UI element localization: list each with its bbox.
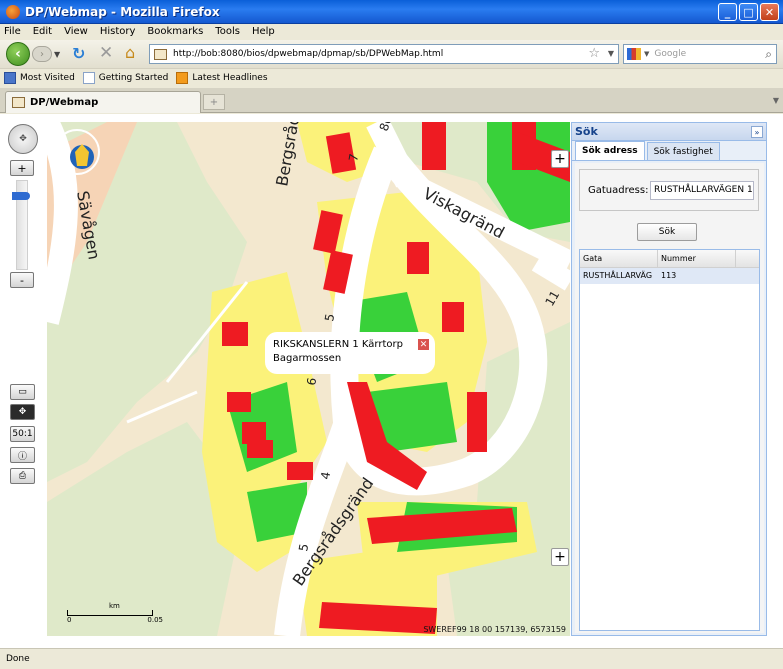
google-icon[interactable] xyxy=(627,48,641,60)
column-header-number[interactable]: Nummer xyxy=(658,250,736,267)
navigation-toolbar: ‹ › ▼ ↻ ✕ ⌂ http://bob:8080/bios/dpwebma… xyxy=(0,40,783,68)
minimize-button[interactable]: _ xyxy=(718,3,737,21)
window-controls: _ □ ✕ xyxy=(718,3,779,21)
results-grid-header: Gata Nummer xyxy=(580,250,759,268)
scale-bar: km 0 0.05 xyxy=(67,602,163,624)
popup-line-1: RIKSKANSLERN 1 Kärrtorp xyxy=(273,339,403,350)
tab-favicon-icon xyxy=(12,97,25,108)
home-icon[interactable]: ⌂ xyxy=(125,43,135,62)
measure-label: 50:1 xyxy=(12,429,33,439)
page-icon xyxy=(82,72,95,84)
status-bar: Done xyxy=(0,648,783,669)
cell-street: RUSTHÅLLARVÄG xyxy=(583,271,653,280)
bookmark-latest-headlines[interactable]: Latest Headlines xyxy=(176,72,268,84)
status-text: Done xyxy=(6,654,30,664)
bookmark-getting-started[interactable]: Getting Started xyxy=(82,72,169,84)
info-tool[interactable]: ⓘ xyxy=(10,447,35,463)
menu-file[interactable]: File xyxy=(4,26,21,37)
map-expand-button[interactable]: + xyxy=(551,150,569,168)
new-tab-button[interactable]: + xyxy=(203,94,225,110)
cell-number: 113 xyxy=(661,271,677,280)
url-dropdown-icon[interactable]: ▼ xyxy=(608,49,614,58)
measure-tool[interactable]: 50:1 xyxy=(10,426,35,442)
tab-list-icon[interactable]: ▼ xyxy=(773,96,779,105)
tab-search-address[interactable]: Sök adress xyxy=(575,141,645,160)
menu-help[interactable]: Help xyxy=(252,26,275,37)
search-placeholder: Google xyxy=(654,49,687,59)
menu-view[interactable]: View xyxy=(64,26,88,37)
zoom-box-tool[interactable]: ▭ xyxy=(10,384,35,400)
bookmarks-toolbar: Most Visited Getting Started Latest Head… xyxy=(0,68,783,87)
zoom-slider-handle[interactable] xyxy=(12,192,30,200)
coordinate-readout: SWEREF99 18 00 157139, 6573159 xyxy=(423,625,566,634)
tab-search-property[interactable]: Sök fastighet xyxy=(646,142,720,160)
address-fieldset: Gatuadress: RUSTHÅLLARVÄGEN 1 xyxy=(579,169,759,211)
forward-button[interactable]: › xyxy=(32,46,52,62)
search-panel: Sök » Sök adress Sök fastighet Gatuadres… xyxy=(571,122,767,636)
search-panel-title: Sök xyxy=(575,125,598,138)
print-icon[interactable]: ⎙ xyxy=(10,468,35,484)
engine-dropdown-icon[interactable]: ▼ xyxy=(644,50,649,58)
back-button[interactable]: ‹ xyxy=(6,42,30,66)
collapse-panel-icon[interactable]: » xyxy=(751,126,763,138)
menu-edit[interactable]: Edit xyxy=(33,26,52,37)
search-magnifier-icon[interactable]: ⌕ xyxy=(765,47,772,62)
history-dropdown-icon[interactable]: ▼ xyxy=(54,50,60,59)
reload-icon[interactable]: ↻ xyxy=(72,44,85,63)
site-favicon-icon xyxy=(154,48,167,60)
zoom-out-button[interactable]: - xyxy=(10,272,34,288)
pan-control-icon[interactable]: ✥ xyxy=(8,124,38,154)
tab-dp-webmap[interactable]: DP/Webmap xyxy=(5,91,201,113)
address-label: Gatuadress: xyxy=(588,185,649,196)
search-button[interactable]: Sök xyxy=(637,223,697,241)
maximize-button[interactable]: □ xyxy=(739,3,758,21)
stop-icon[interactable]: ✕ xyxy=(99,43,113,63)
bookmark-most-visited[interactable]: Most Visited xyxy=(4,72,75,84)
table-row[interactable]: RUSTHÅLLARVÄG 113 xyxy=(580,268,759,284)
bookmark-star-icon[interactable]: ☆ xyxy=(588,46,600,61)
window-title: DP/Webmap - Mozilla Firefox xyxy=(25,4,220,19)
popup-close-icon[interactable]: ✕ xyxy=(418,339,429,350)
firefox-icon xyxy=(6,4,20,19)
tab-bar: DP/Webmap + ▼ xyxy=(0,88,783,113)
pan-tool[interactable]: ✥ xyxy=(10,404,35,420)
url-text: http://bob:8080/bios/dpwebmap/dpmap/sb/D… xyxy=(173,49,444,59)
bookmark-label: Latest Headlines xyxy=(192,73,268,83)
most-visited-icon xyxy=(4,72,16,84)
popup-line-2: Bagarmossen xyxy=(273,353,342,364)
scale-unit: km xyxy=(109,602,120,610)
results-grid: Gata Nummer RUSTHÅLLARVÄG 113 xyxy=(579,249,760,631)
zoom-in-button[interactable]: + xyxy=(10,160,34,176)
search-form: Gatuadress: RUSTHÅLLARVÄGEN 1 Sök Gata N… xyxy=(575,163,764,633)
page-content: ✥ + - ▭ ✥ 50:1 ⓘ ⎙ Bergsrådsvägen Viskag… xyxy=(0,114,783,648)
menu-history[interactable]: History xyxy=(100,26,136,37)
close-button[interactable]: ✕ xyxy=(760,3,779,21)
map-toolbar: ✥ + - ▭ ✥ 50:1 ⓘ ⎙ xyxy=(0,114,46,648)
window-titlebar: DP/Webmap - Mozilla Firefox _ □ ✕ xyxy=(0,0,783,24)
map-graphics: Bergsrådsvägen Viskagränd Bergsrådsgränd… xyxy=(47,122,570,636)
map-canvas[interactable]: Bergsrådsvägen Viskagränd Bergsrådsgränd… xyxy=(47,122,570,636)
menu-bookmarks[interactable]: Bookmarks xyxy=(147,26,203,37)
url-bar[interactable]: http://bob:8080/bios/dpwebmap/dpmap/sb/D… xyxy=(149,44,619,64)
overview-map-button[interactable]: + xyxy=(551,548,569,566)
scale-right-label: 0.05 xyxy=(147,616,163,624)
column-header-street[interactable]: Gata xyxy=(580,250,658,267)
menu-tools[interactable]: Tools xyxy=(215,26,240,37)
search-bar[interactable]: ▼ Google ⌕ xyxy=(623,44,777,64)
rss-icon xyxy=(176,72,189,84)
menu-bar: File Edit View History Bookmarks Tools H… xyxy=(0,24,783,39)
address-input[interactable]: RUSTHÅLLARVÄGEN 1 xyxy=(650,181,754,200)
zoom-out-label: - xyxy=(20,273,24,287)
map-popup: RIKSKANSLERN 1 Kärrtorp Bagarmossen ✕ xyxy=(265,332,435,374)
tab-title: DP/Webmap xyxy=(30,97,99,108)
zoom-in-label: + xyxy=(17,161,27,175)
search-panel-header: Sök xyxy=(572,123,766,141)
search-tabs: Sök adress Sök fastighet xyxy=(572,141,766,161)
scale-left-label: 0 xyxy=(67,616,72,624)
bookmark-label: Most Visited xyxy=(20,73,75,83)
bookmark-label: Getting Started xyxy=(98,73,169,83)
